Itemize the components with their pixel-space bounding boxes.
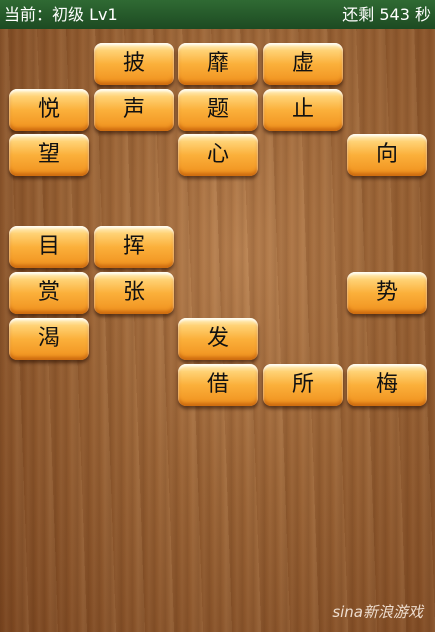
tile-char[interactable]: 向	[347, 134, 427, 176]
tile-char[interactable]: 止	[263, 89, 343, 131]
watermark-logo: sina新浪游戏	[332, 603, 423, 621]
tile-char[interactable]: 挥	[94, 226, 174, 268]
tile-char[interactable]: 发	[178, 318, 258, 360]
tile-char[interactable]: 借	[178, 364, 258, 406]
tile-char[interactable]: 势	[347, 272, 427, 314]
tile-char[interactable]: 虚	[263, 43, 343, 85]
tile-char[interactable]: 披	[94, 43, 174, 85]
tile-char[interactable]: 梅	[347, 364, 427, 406]
tile-char[interactable]: 题	[178, 89, 258, 131]
tile-char[interactable]: 心	[178, 134, 258, 176]
tile-char[interactable]: 所	[263, 364, 343, 406]
tile-char[interactable]: 张	[94, 272, 174, 314]
tile-char[interactable]: 赏	[9, 272, 89, 314]
tile-char[interactable]: 渴	[9, 318, 89, 360]
tile-char[interactable]: 靡	[178, 43, 258, 85]
level-label: 当前：初级 Lv1	[4, 5, 118, 24]
time-remaining: 还剩 543 秒	[342, 5, 431, 24]
tile-char[interactable]: 望	[9, 134, 89, 176]
top-status-bar: 当前：初级 Lv1 还剩 543 秒	[0, 0, 435, 29]
tile-char[interactable]: 悦	[9, 89, 89, 131]
tile-char[interactable]: 声	[94, 89, 174, 131]
tile-char[interactable]: 目	[9, 226, 89, 268]
